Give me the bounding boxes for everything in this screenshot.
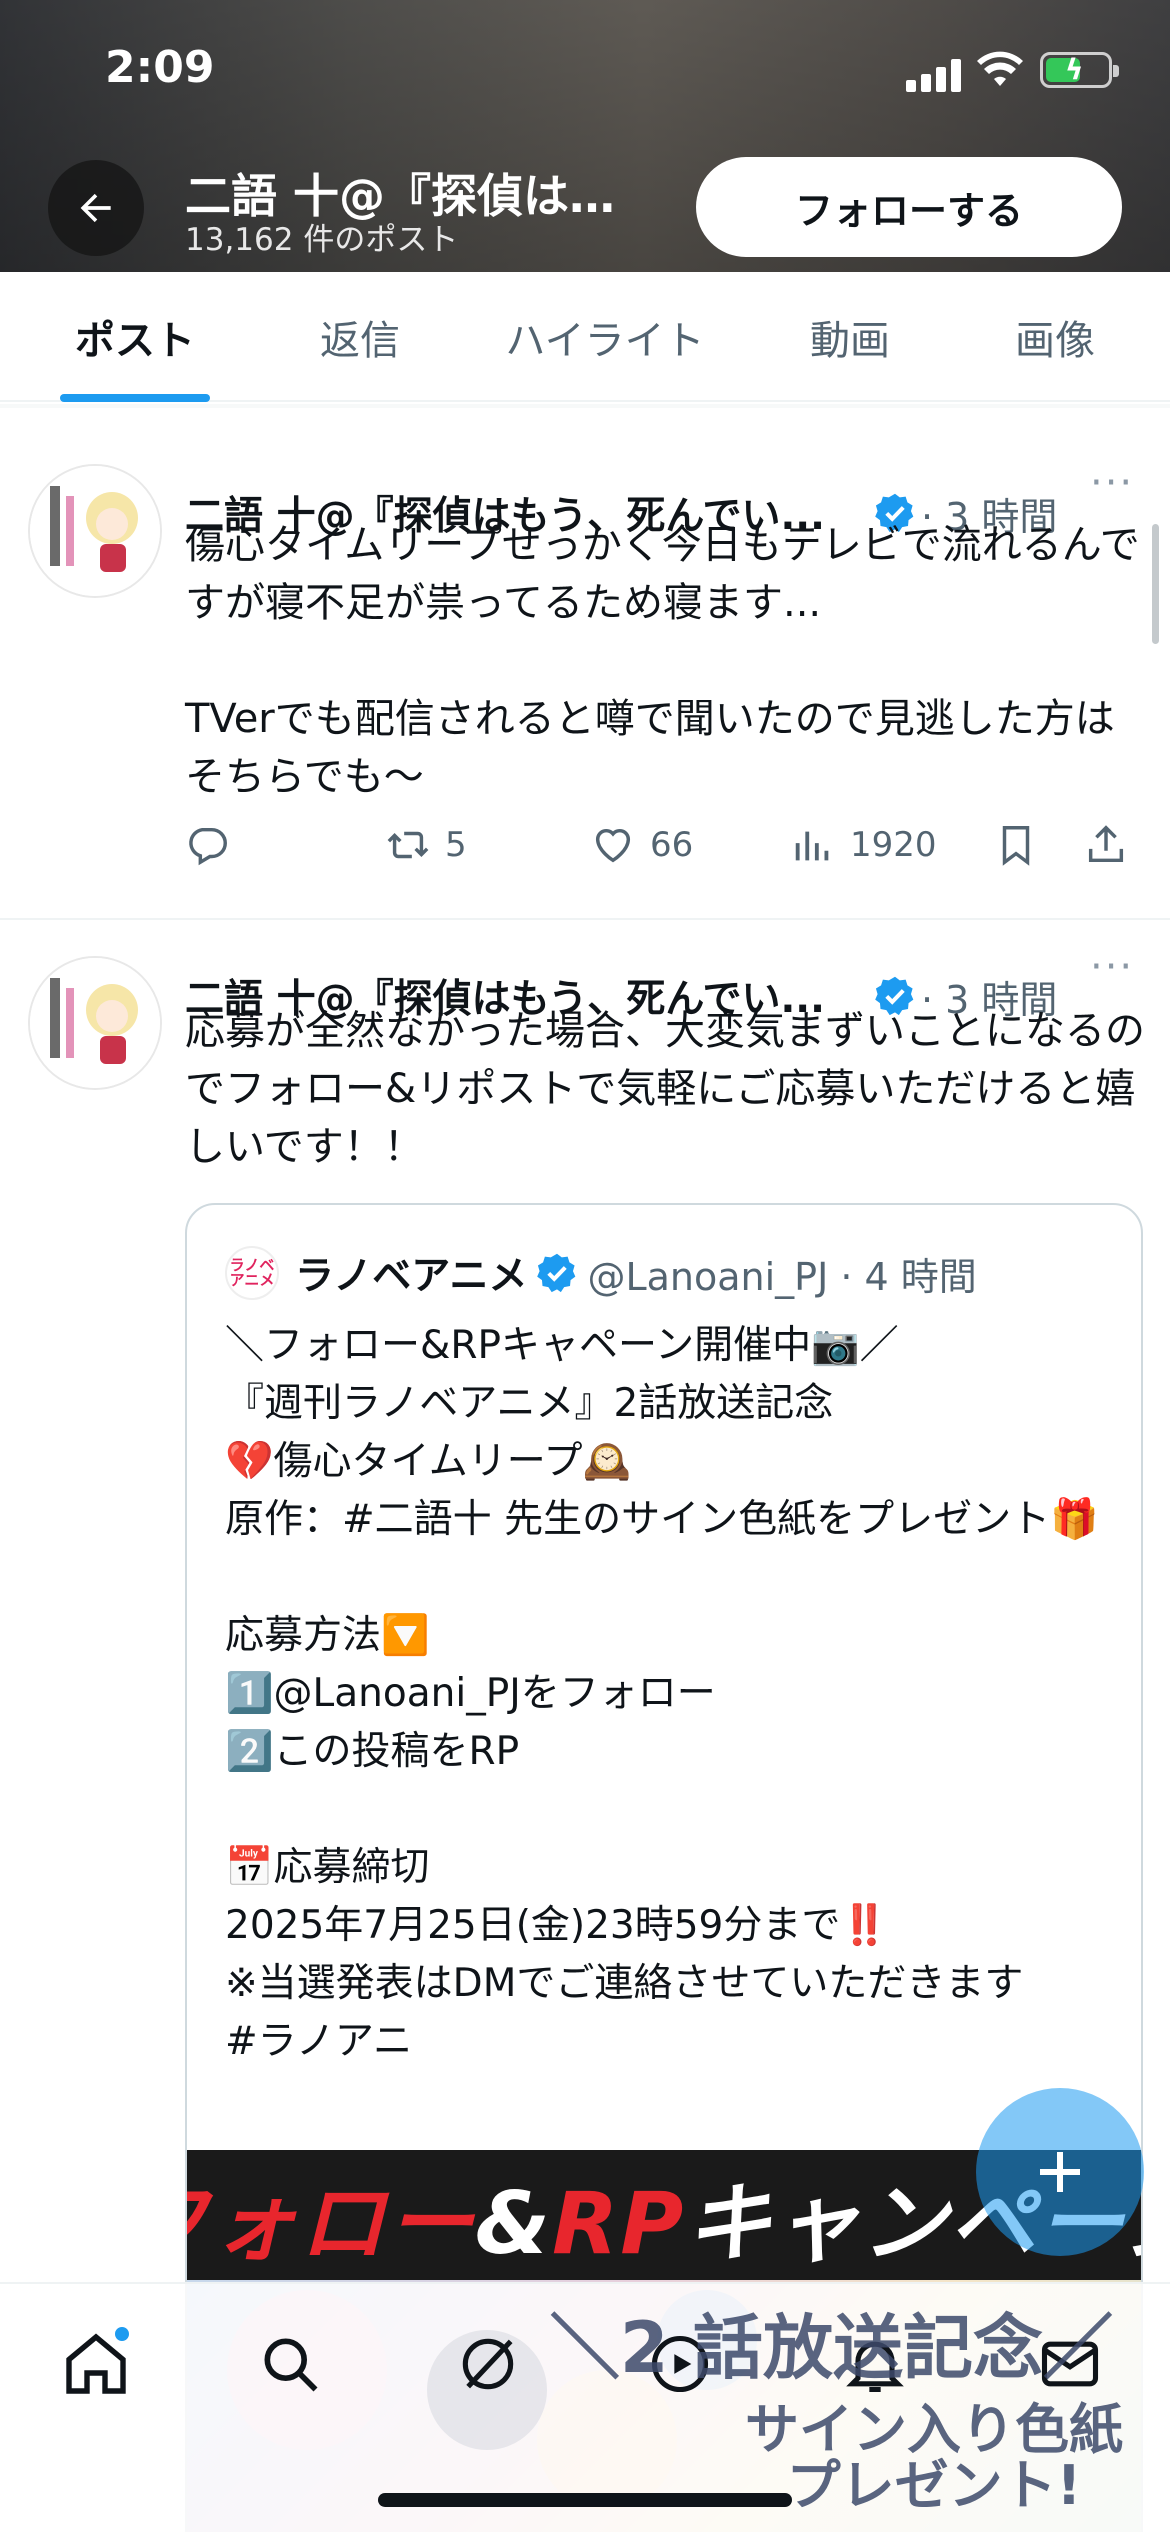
wifi-icon xyxy=(976,50,1024,90)
views-icon xyxy=(795,831,829,861)
share-button[interactable] xyxy=(1083,810,1129,880)
battery-icon: ϟ xyxy=(1040,52,1119,88)
verified-badge-icon xyxy=(537,1253,576,1293)
active-tab-indicator xyxy=(60,394,210,402)
notifications-icon xyxy=(846,2341,904,2393)
nav-messages[interactable] xyxy=(1030,2324,1110,2404)
banner-part-amp: & xyxy=(475,2173,553,2274)
nav-video[interactable] xyxy=(640,2324,720,2404)
bookmark-button[interactable] xyxy=(993,810,1039,880)
post-actions: 5 66 1920 xyxy=(185,810,1145,880)
avatar-illustration xyxy=(30,958,160,1088)
tab-videos[interactable]: 動画 xyxy=(760,272,940,402)
profile-tabs: ポスト 返信 ハイライト 動画 画像 xyxy=(0,272,1170,402)
video-icon xyxy=(651,2335,709,2393)
profile-header-banner: 2:09 ϟ 二語 十@『探偵は… 13,162 件のポスト フォローする xyxy=(0,0,1170,272)
scrollbar[interactable] xyxy=(1152,524,1159,644)
search-icon xyxy=(264,2338,318,2392)
quoted-post-header: ラノベ アニメ ラノベアニメ @Lanoani_PJ · 4 時間 xyxy=(225,1243,977,1303)
nav-grok[interactable] xyxy=(448,2324,528,2404)
like-count: 66 xyxy=(650,825,694,865)
home-notification-dot xyxy=(112,2324,132,2344)
status-time: 2:09 xyxy=(105,42,215,93)
home-indicator[interactable] xyxy=(378,2493,792,2507)
messages-icon xyxy=(1041,2341,1099,2387)
repost-button[interactable]: 5 xyxy=(385,810,467,880)
like-icon xyxy=(595,828,631,863)
share-icon xyxy=(1088,825,1124,863)
like-button[interactable]: 66 xyxy=(590,810,693,880)
compose-button[interactable] xyxy=(976,2088,1144,2256)
quoted-avatar[interactable]: ラノベ アニメ xyxy=(225,1246,279,1300)
views-button[interactable]: 1920 xyxy=(790,810,937,880)
banner-part-follow: フォロー xyxy=(187,2173,476,2274)
post-card[interactable]: 二語 十@『探偵はもう、死んでい... · 3 時間 ··· 傷心タイムリープせ… xyxy=(0,408,1170,920)
tab-posts[interactable]: ポスト xyxy=(40,272,230,402)
cellular-signal-icon xyxy=(906,58,962,92)
back-arrow-icon xyxy=(80,193,111,223)
avatar[interactable] xyxy=(28,464,162,598)
repost-icon xyxy=(387,831,429,859)
reply-button[interactable] xyxy=(185,810,231,880)
more-options-icon[interactable]: ··· xyxy=(1090,460,1134,506)
status-bar: 2:09 ϟ xyxy=(0,0,1170,140)
quoted-handle-time: @Lanoani_PJ · 4 時間 xyxy=(587,1254,977,1299)
tab-images[interactable]: 画像 xyxy=(960,272,1150,402)
view-count: 1920 xyxy=(850,825,937,865)
more-options-icon[interactable]: ··· xyxy=(1090,944,1134,990)
follow-button[interactable]: フォローする xyxy=(696,157,1122,257)
post-text: 傷心タイムリープせっかく今日もテレビで流れるんですが寝不足が祟ってるため寝ます.… xyxy=(185,522,1140,800)
tab-replies[interactable]: 返信 xyxy=(270,272,450,402)
post-count: 13,162 件のポスト xyxy=(185,222,459,258)
tab-highlights[interactable]: ハイライト xyxy=(480,272,730,402)
reply-icon xyxy=(189,827,227,866)
banner-part-rp: RP xyxy=(552,2173,686,2274)
bookmark-icon xyxy=(1002,826,1030,866)
grok-icon xyxy=(462,2338,514,2390)
compose-plus-icon xyxy=(1040,2152,1080,2192)
avatar[interactable] xyxy=(28,956,162,1090)
quoted-post-text: ＼フォロー&RPキャペーン開催中📷／ 『週刊ラノベアニメ』2話放送記念 💔傷心タ… xyxy=(225,1323,1099,2064)
nav-notifications[interactable] xyxy=(835,2324,915,2404)
quoted-author-name[interactable]: ラノベアニメ xyxy=(295,1245,527,1301)
quoted-avatar-text: ラノベ アニメ xyxy=(229,1256,275,1289)
back-button[interactable] xyxy=(48,160,144,256)
repost-count: 5 xyxy=(445,825,467,865)
nav-search[interactable] xyxy=(250,2324,330,2404)
post-text: 応募が全然なかった場合、大変気まずいことになるのでフォロー&リポストで気軽にご応… xyxy=(185,1008,1145,1170)
avatar-illustration xyxy=(30,466,160,596)
